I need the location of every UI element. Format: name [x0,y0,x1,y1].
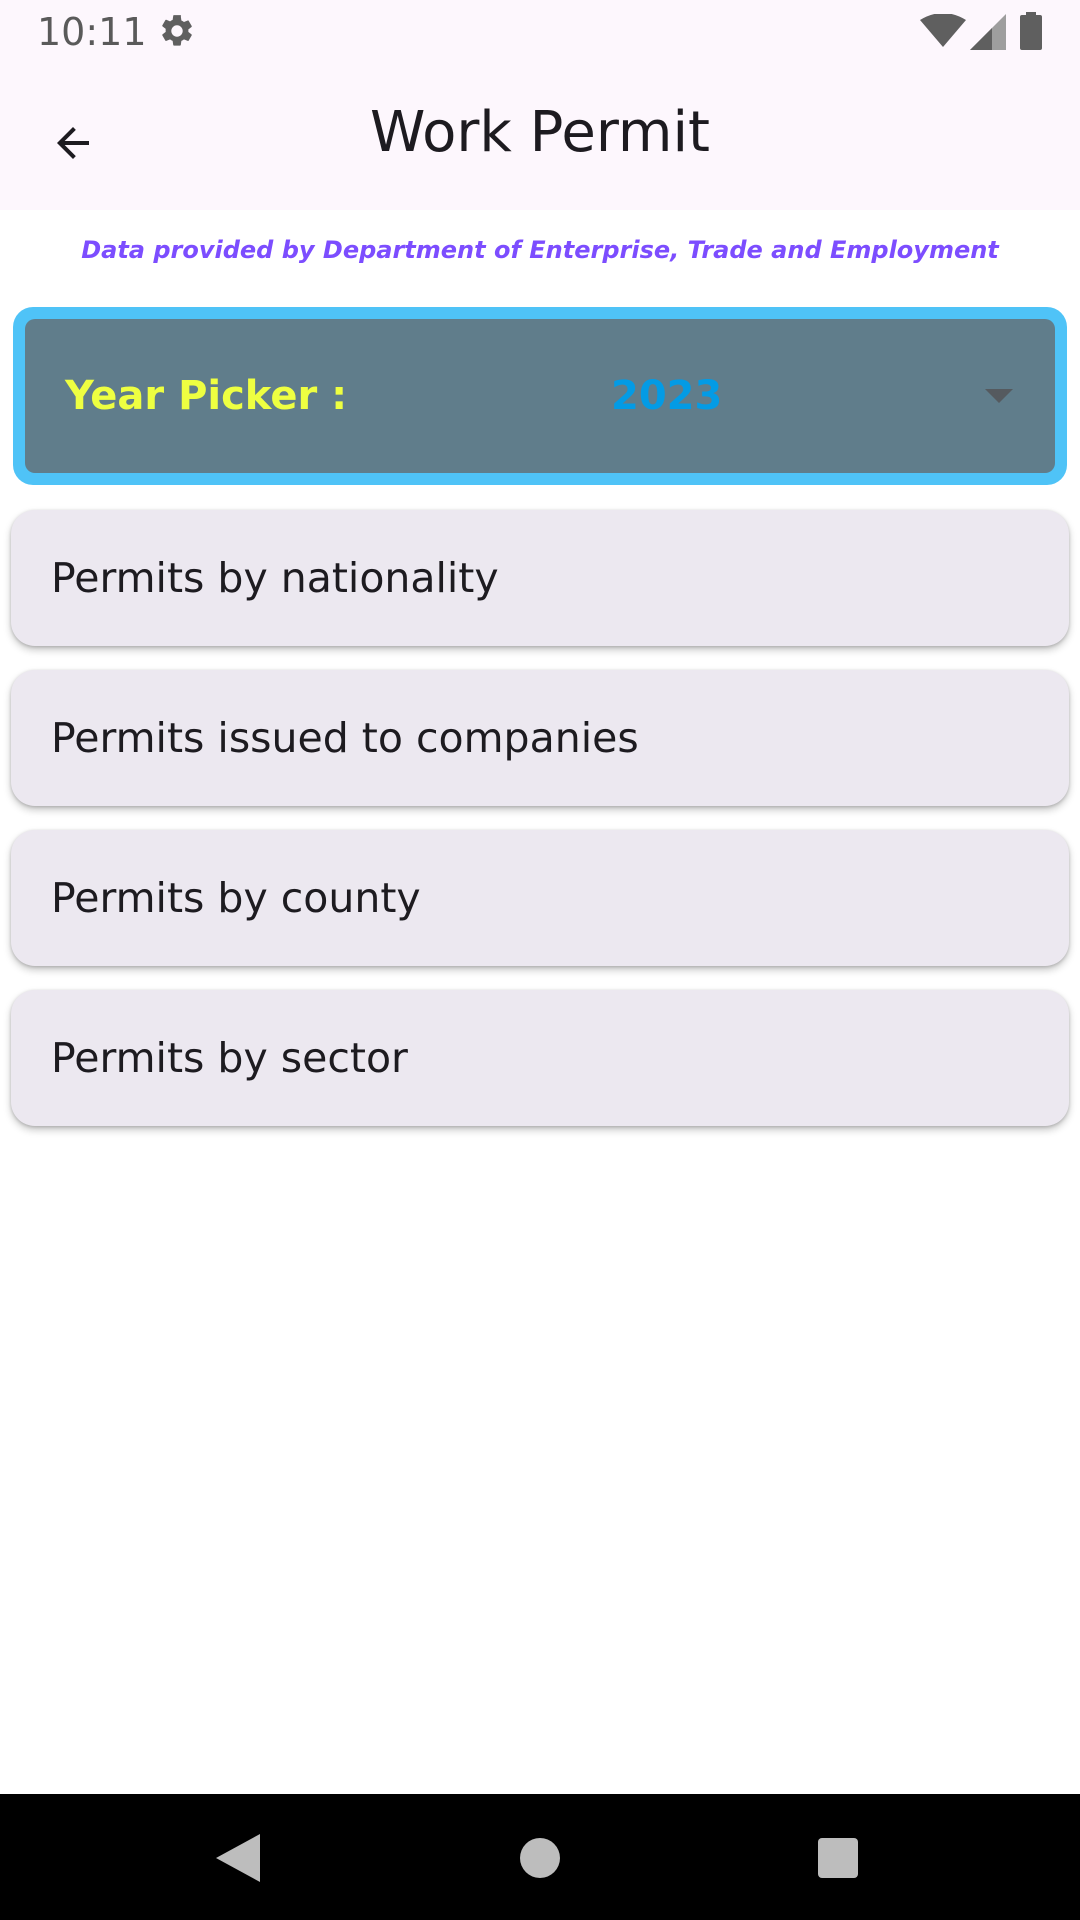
app-bar: Work Permit [0,64,1080,210]
card-permits-issued-to-companies[interactable]: Permits issued to companies [11,670,1069,806]
gear-icon [162,15,192,46]
system-nav-bar [0,1794,1080,1920]
nav-recents-icon[interactable] [818,1838,858,1878]
screen: 10:11 Work Permit Data provided by Depar… [0,0,1080,1920]
data-attribution: Data provided by Department of Enterpris… [81,236,999,264]
nav-back-icon[interactable] [216,1834,260,1882]
nav-home-icon[interactable] [520,1838,560,1878]
page-title: Work Permit [370,100,710,165]
year-picker-value[interactable]: 2023 [611,373,722,419]
battery-icon [1020,12,1042,50]
year-picker-dropdown[interactable]: Year Picker : 2023 [25,319,1055,473]
dropdown-arrow-icon[interactable] [985,389,1013,403]
status-bar: 10:11 [0,0,1080,64]
card-label: Permits by county [51,874,421,922]
year-picker-label: Year Picker : [65,373,348,419]
card-label: Permits by nationality [51,554,499,602]
wifi-icon [920,14,966,47]
card-permits-by-county[interactable]: Permits by county [11,830,1069,966]
card-permits-by-sector[interactable]: Permits by sector [11,990,1069,1126]
card-permits-by-nationality[interactable]: Permits by nationality [11,510,1069,646]
card-label: Permits issued to companies [51,714,639,762]
signal-icon [970,14,1006,50]
status-time: 10:11 [37,10,147,54]
card-label: Permits by sector [51,1034,408,1082]
year-picker[interactable]: Year Picker : 2023 [13,307,1067,485]
